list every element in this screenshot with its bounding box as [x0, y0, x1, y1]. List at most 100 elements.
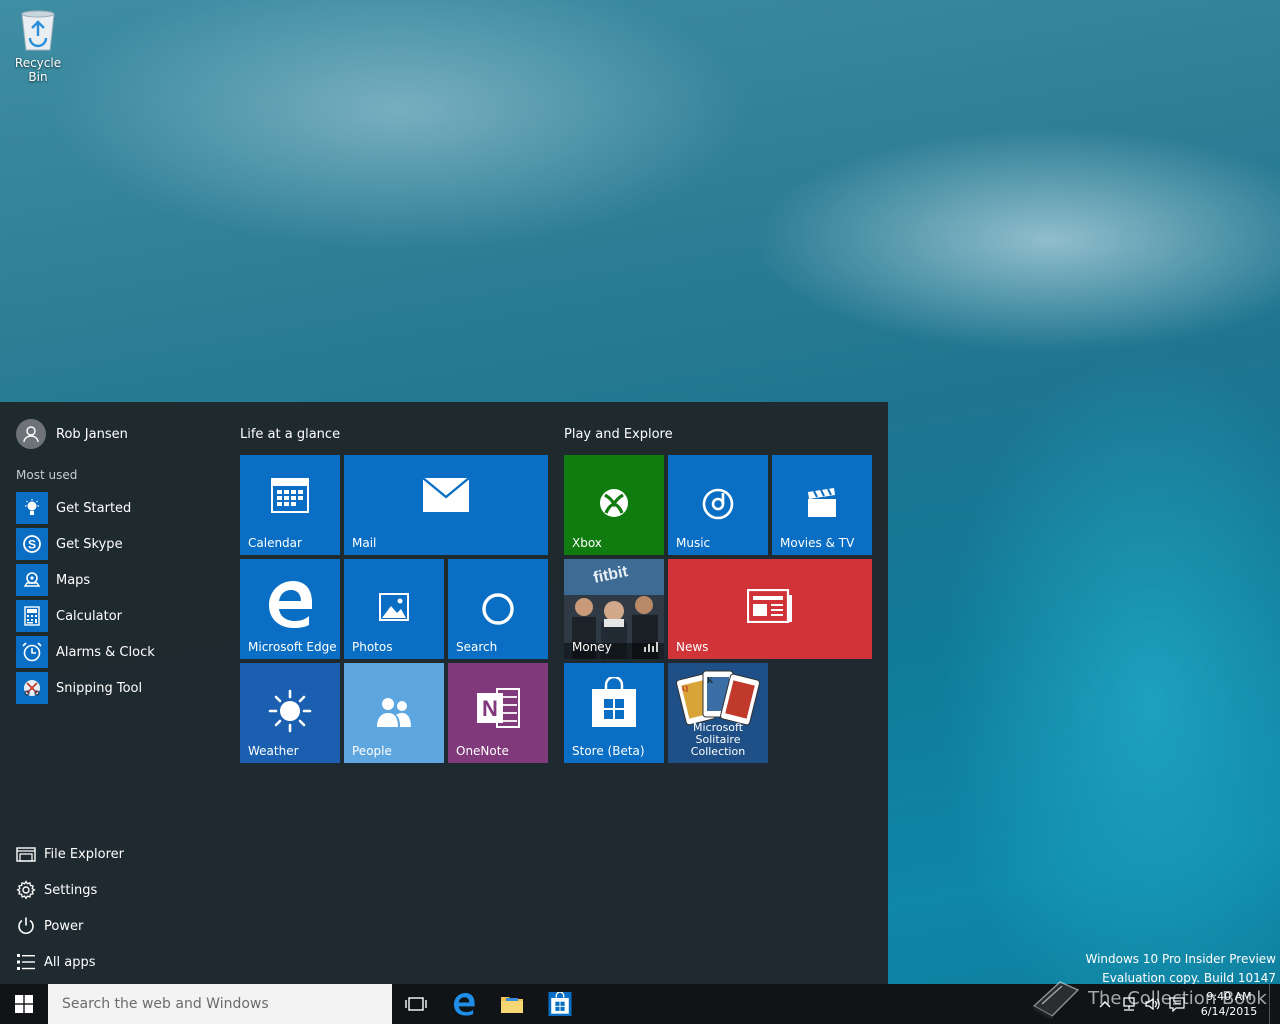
- cortana-icon: [448, 592, 548, 626]
- tile-label: Photos: [352, 640, 393, 654]
- most-used-label: Alarms & Clock: [56, 644, 155, 660]
- onenote-icon: N: [448, 685, 548, 731]
- taskbar-edge-button[interactable]: [440, 984, 488, 1024]
- edge-icon: [453, 992, 475, 1016]
- most-used-label: Maps: [56, 572, 91, 588]
- tile-microsoft-edge[interactable]: Microsoft Edge: [240, 559, 340, 659]
- all-apps-label: All apps: [44, 954, 96, 970]
- start-button[interactable]: [0, 984, 48, 1024]
- tile-people[interactable]: People: [344, 663, 444, 763]
- taskbar-search-box[interactable]: [48, 984, 392, 1024]
- most-used-item-alarms-clock[interactable]: Alarms & Clock: [16, 634, 155, 670]
- store-bag-icon: [548, 992, 572, 1016]
- user-account[interactable]: Rob Jansen: [16, 419, 128, 449]
- file-explorer-icon: [16, 844, 36, 864]
- gear-icon: [16, 880, 36, 900]
- group-title-play-and-explore[interactable]: Play and Explore: [564, 427, 673, 442]
- lightbulb-icon: [16, 492, 48, 524]
- most-used-item-get-started[interactable]: Get Started: [16, 490, 155, 526]
- tile-music[interactable]: Music: [668, 455, 768, 555]
- tile-label: Store (Beta): [572, 744, 645, 758]
- windows-logo-icon: [15, 995, 33, 1013]
- store-bag-icon: [564, 677, 664, 729]
- mail-icon: [344, 477, 548, 513]
- recycle-bin-desktop-icon[interactable]: Recycle Bin: [4, 8, 72, 84]
- tile-microsoft-solitaire-collection[interactable]: Q K J Microsoft Solitaire Collection: [668, 663, 768, 763]
- sun-icon: [240, 689, 340, 733]
- watermark-line1: Windows 10 Pro Insider Preview: [1085, 952, 1276, 966]
- power-button[interactable]: Power: [16, 908, 124, 944]
- tile-search[interactable]: Search: [448, 559, 548, 659]
- most-used-item-get-skype[interactable]: S Get Skype: [16, 526, 155, 562]
- most-used-item-maps[interactable]: Maps: [16, 562, 155, 598]
- calendar-icon: [240, 475, 340, 515]
- most-used-list: Get Started S Get Skype Maps Calculator: [16, 490, 155, 706]
- tile-label: OneNote: [456, 744, 509, 758]
- tile-label: Mail: [352, 536, 377, 550]
- recycle-bin-icon: [21, 10, 55, 51]
- calculator-icon: [16, 600, 48, 632]
- scissors-icon: [16, 672, 48, 704]
- tile-label: Xbox: [572, 536, 602, 550]
- folder-icon: [501, 997, 523, 1013]
- tile-label: Music: [676, 536, 711, 550]
- tile-calendar[interactable]: Calendar: [240, 455, 340, 555]
- task-view-icon: [405, 997, 427, 1011]
- solitaire-tile-label: Microsoft Solitaire Collection: [668, 722, 768, 758]
- most-used-label: Snipping Tool: [56, 680, 143, 696]
- tile-xbox[interactable]: Xbox: [564, 455, 664, 555]
- power-icon: [16, 916, 36, 936]
- book-logo-icon: [1032, 981, 1080, 1020]
- start-bottom-list: File Explorer Settings Power All apps: [16, 836, 124, 980]
- file-explorer-button[interactable]: File Explorer: [16, 836, 124, 872]
- maps-icon: [16, 564, 48, 596]
- settings-button[interactable]: Settings: [16, 872, 124, 908]
- tile-label: Movies & TV: [780, 536, 855, 550]
- photos-icon: [344, 593, 444, 621]
- tile-onenote[interactable]: N OneNote: [448, 663, 548, 763]
- chart-icon: [644, 642, 658, 652]
- brand-overlay: The Collection Book: [1030, 976, 1267, 1020]
- tile-label: Search: [456, 640, 498, 654]
- tile-label: News: [676, 640, 709, 654]
- all-apps-button[interactable]: All apps: [16, 944, 124, 980]
- most-used-label: Get Skype: [56, 536, 123, 552]
- most-used-item-calculator[interactable]: Calculator: [16, 598, 155, 634]
- people-icon: [344, 695, 444, 729]
- start-menu: Rob Jansen Most used Get Started S Get S…: [0, 402, 888, 984]
- taskbar-store-button[interactable]: [536, 984, 584, 1024]
- newspaper-icon: [668, 589, 872, 623]
- xbox-icon: [564, 487, 664, 519]
- taskbar-file-explorer-button[interactable]: [488, 984, 536, 1024]
- avatar: [16, 419, 46, 449]
- task-view-button[interactable]: [392, 984, 440, 1024]
- show-desktop-button[interactable]: [1269, 984, 1280, 1024]
- recycle-bin-label: Recycle Bin: [14, 56, 62, 84]
- solitaire-label-line2: Solitaire Collection: [690, 733, 746, 758]
- tile-movies-tv[interactable]: Movies & TV: [772, 455, 872, 555]
- group-title-life-at-a-glance[interactable]: Life at a glance: [240, 427, 340, 442]
- search-input[interactable]: [60, 995, 384, 1013]
- edge-icon: [240, 579, 340, 629]
- most-used-item-snipping-tool[interactable]: Snipping Tool: [16, 670, 155, 706]
- tile-label: Money: [572, 640, 612, 654]
- most-used-label: Calculator: [56, 608, 123, 624]
- tile-label: Calendar: [248, 536, 302, 550]
- clapperboard-icon: [772, 487, 872, 519]
- svg-text:K: K: [707, 676, 714, 685]
- tile-money[interactable]: fitbit Money: [564, 559, 664, 659]
- tile-weather[interactable]: Weather: [240, 663, 340, 763]
- user-icon: [23, 426, 39, 443]
- tile-news[interactable]: News: [668, 559, 872, 659]
- skype-icon: S: [16, 528, 48, 560]
- file-explorer-label: File Explorer: [44, 846, 125, 862]
- tile-mail[interactable]: Mail: [344, 455, 548, 555]
- user-name: Rob Jansen: [56, 426, 128, 442]
- tile-label: Weather: [248, 744, 299, 758]
- brand-overlay-text: The Collection Book: [1088, 987, 1267, 1009]
- tile-store[interactable]: Store (Beta): [564, 663, 664, 763]
- tile-photos[interactable]: Photos: [344, 559, 444, 659]
- power-label: Power: [44, 918, 84, 934]
- start-left-column: Rob Jansen Most used Get Started S Get S…: [0, 402, 220, 984]
- most-used-label: Get Started: [56, 500, 132, 516]
